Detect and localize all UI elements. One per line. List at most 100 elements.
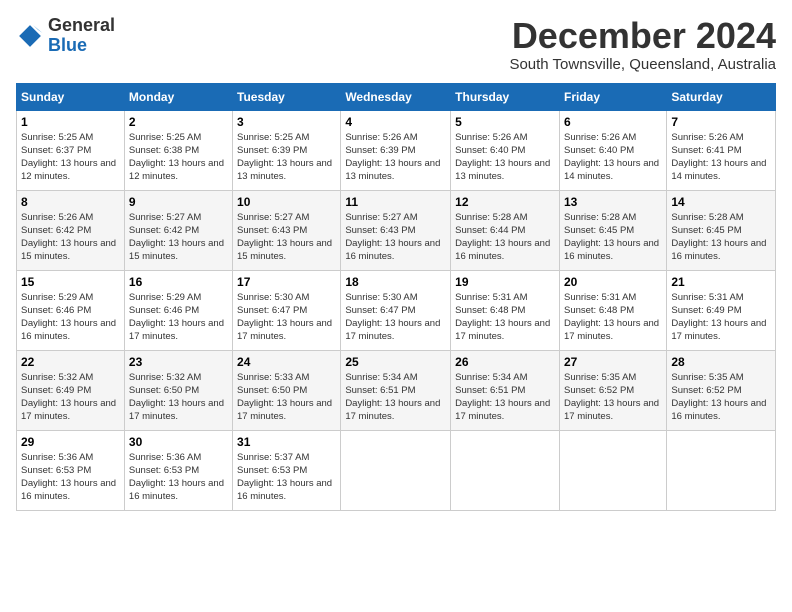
calendar-week-1: 1 Sunrise: 5:25 AMSunset: 6:37 PMDayligh… <box>17 110 776 190</box>
day-number: 20 <box>564 275 662 289</box>
calendar-cell: 11 Sunrise: 5:27 AMSunset: 6:43 PMDaylig… <box>341 190 451 270</box>
day-number: 19 <box>455 275 555 289</box>
location-title: South Townsville, Queensland, Australia <box>509 56 776 73</box>
calendar-cell: 31 Sunrise: 5:37 AMSunset: 6:53 PMDaylig… <box>233 430 341 510</box>
calendar-cell: 1 Sunrise: 5:25 AMSunset: 6:37 PMDayligh… <box>17 110 125 190</box>
day-detail: Sunrise: 5:31 AMSunset: 6:48 PMDaylight:… <box>455 292 550 343</box>
day-detail: Sunrise: 5:35 AMSunset: 6:52 PMDaylight:… <box>671 372 766 423</box>
day-detail: Sunrise: 5:26 AMSunset: 6:40 PMDaylight:… <box>564 132 659 183</box>
day-number: 17 <box>237 275 336 289</box>
calendar-cell: 21 Sunrise: 5:31 AMSunset: 6:49 PMDaylig… <box>667 270 776 350</box>
calendar-cell <box>559 430 666 510</box>
calendar-cell: 27 Sunrise: 5:35 AMSunset: 6:52 PMDaylig… <box>559 350 666 430</box>
day-detail: Sunrise: 5:31 AMSunset: 6:48 PMDaylight:… <box>564 292 659 343</box>
calendar-table: SundayMondayTuesdayWednesdayThursdayFrid… <box>16 83 776 511</box>
page-header: General Blue December 2024 South Townsvi… <box>16 16 776 73</box>
day-detail: Sunrise: 5:30 AMSunset: 6:47 PMDaylight:… <box>345 292 440 343</box>
day-number: 7 <box>671 115 771 129</box>
month-title: December 2024 <box>509 16 776 56</box>
logo-general: General <box>48 15 115 35</box>
day-number: 24 <box>237 355 336 369</box>
calendar-cell: 15 Sunrise: 5:29 AMSunset: 6:46 PMDaylig… <box>17 270 125 350</box>
day-detail: Sunrise: 5:25 AMSunset: 6:38 PMDaylight:… <box>129 132 224 183</box>
day-number: 22 <box>21 355 120 369</box>
day-detail: Sunrise: 5:26 AMSunset: 6:41 PMDaylight:… <box>671 132 766 183</box>
day-detail: Sunrise: 5:37 AMSunset: 6:53 PMDaylight:… <box>237 452 332 503</box>
day-number: 31 <box>237 435 336 449</box>
calendar-cell: 10 Sunrise: 5:27 AMSunset: 6:43 PMDaylig… <box>233 190 341 270</box>
calendar-cell: 17 Sunrise: 5:30 AMSunset: 6:47 PMDaylig… <box>233 270 341 350</box>
calendar-cell: 2 Sunrise: 5:25 AMSunset: 6:38 PMDayligh… <box>124 110 232 190</box>
day-number: 16 <box>129 275 228 289</box>
calendar-cell: 23 Sunrise: 5:32 AMSunset: 6:50 PMDaylig… <box>124 350 232 430</box>
day-number: 13 <box>564 195 662 209</box>
day-number: 21 <box>671 275 771 289</box>
logo: General Blue <box>16 16 115 56</box>
day-number: 14 <box>671 195 771 209</box>
day-number: 23 <box>129 355 228 369</box>
day-detail: Sunrise: 5:26 AMSunset: 6:42 PMDaylight:… <box>21 212 116 263</box>
day-number: 12 <box>455 195 555 209</box>
day-detail: Sunrise: 5:27 AMSunset: 6:42 PMDaylight:… <box>129 212 224 263</box>
day-detail: Sunrise: 5:30 AMSunset: 6:47 PMDaylight:… <box>237 292 332 343</box>
day-detail: Sunrise: 5:27 AMSunset: 6:43 PMDaylight:… <box>237 212 332 263</box>
calendar-week-5: 29 Sunrise: 5:36 AMSunset: 6:53 PMDaylig… <box>17 430 776 510</box>
day-detail: Sunrise: 5:25 AMSunset: 6:37 PMDaylight:… <box>21 132 116 183</box>
day-detail: Sunrise: 5:26 AMSunset: 6:40 PMDaylight:… <box>455 132 550 183</box>
day-detail: Sunrise: 5:28 AMSunset: 6:44 PMDaylight:… <box>455 212 550 263</box>
day-detail: Sunrise: 5:27 AMSunset: 6:43 PMDaylight:… <box>345 212 440 263</box>
calendar-cell: 24 Sunrise: 5:33 AMSunset: 6:50 PMDaylig… <box>233 350 341 430</box>
day-number: 3 <box>237 115 336 129</box>
day-detail: Sunrise: 5:33 AMSunset: 6:50 PMDaylight:… <box>237 372 332 423</box>
day-number: 25 <box>345 355 446 369</box>
calendar-cell: 7 Sunrise: 5:26 AMSunset: 6:41 PMDayligh… <box>667 110 776 190</box>
day-detail: Sunrise: 5:36 AMSunset: 6:53 PMDaylight:… <box>129 452 224 503</box>
weekday-friday: Friday <box>559 83 666 110</box>
day-number: 6 <box>564 115 662 129</box>
day-detail: Sunrise: 5:29 AMSunset: 6:46 PMDaylight:… <box>21 292 116 343</box>
calendar-cell: 28 Sunrise: 5:35 AMSunset: 6:52 PMDaylig… <box>667 350 776 430</box>
day-detail: Sunrise: 5:26 AMSunset: 6:39 PMDaylight:… <box>345 132 440 183</box>
calendar-cell: 13 Sunrise: 5:28 AMSunset: 6:45 PMDaylig… <box>559 190 666 270</box>
calendar-cell: 16 Sunrise: 5:29 AMSunset: 6:46 PMDaylig… <box>124 270 232 350</box>
calendar-body: 1 Sunrise: 5:25 AMSunset: 6:37 PMDayligh… <box>17 110 776 510</box>
logo-text: General Blue <box>48 16 115 56</box>
calendar-cell <box>451 430 560 510</box>
day-detail: Sunrise: 5:28 AMSunset: 6:45 PMDaylight:… <box>671 212 766 263</box>
day-detail: Sunrise: 5:28 AMSunset: 6:45 PMDaylight:… <box>564 212 659 263</box>
weekday-saturday: Saturday <box>667 83 776 110</box>
day-number: 8 <box>21 195 120 209</box>
weekday-thursday: Thursday <box>451 83 560 110</box>
calendar-cell: 18 Sunrise: 5:30 AMSunset: 6:47 PMDaylig… <box>341 270 451 350</box>
calendar-cell: 19 Sunrise: 5:31 AMSunset: 6:48 PMDaylig… <box>451 270 560 350</box>
day-number: 1 <box>21 115 120 129</box>
day-number: 2 <box>129 115 228 129</box>
calendar-week-2: 8 Sunrise: 5:26 AMSunset: 6:42 PMDayligh… <box>17 190 776 270</box>
day-detail: Sunrise: 5:31 AMSunset: 6:49 PMDaylight:… <box>671 292 766 343</box>
calendar-cell: 6 Sunrise: 5:26 AMSunset: 6:40 PMDayligh… <box>559 110 666 190</box>
calendar-cell: 8 Sunrise: 5:26 AMSunset: 6:42 PMDayligh… <box>17 190 125 270</box>
day-number: 29 <box>21 435 120 449</box>
day-number: 11 <box>345 195 446 209</box>
title-area: December 2024 South Townsville, Queensla… <box>509 16 776 73</box>
weekday-tuesday: Tuesday <box>233 83 341 110</box>
day-detail: Sunrise: 5:35 AMSunset: 6:52 PMDaylight:… <box>564 372 659 423</box>
calendar-week-3: 15 Sunrise: 5:29 AMSunset: 6:46 PMDaylig… <box>17 270 776 350</box>
day-number: 15 <box>21 275 120 289</box>
day-number: 5 <box>455 115 555 129</box>
day-number: 30 <box>129 435 228 449</box>
weekday-monday: Monday <box>124 83 232 110</box>
day-detail: Sunrise: 5:25 AMSunset: 6:39 PMDaylight:… <box>237 132 332 183</box>
calendar-cell <box>341 430 451 510</box>
day-number: 18 <box>345 275 446 289</box>
day-detail: Sunrise: 5:32 AMSunset: 6:49 PMDaylight:… <box>21 372 116 423</box>
day-detail: Sunrise: 5:36 AMSunset: 6:53 PMDaylight:… <box>21 452 116 503</box>
logo-blue: Blue <box>48 35 87 55</box>
weekday-wednesday: Wednesday <box>341 83 451 110</box>
day-number: 10 <box>237 195 336 209</box>
day-number: 26 <box>455 355 555 369</box>
calendar-cell: 5 Sunrise: 5:26 AMSunset: 6:40 PMDayligh… <box>451 110 560 190</box>
calendar-cell: 20 Sunrise: 5:31 AMSunset: 6:48 PMDaylig… <box>559 270 666 350</box>
calendar-cell: 4 Sunrise: 5:26 AMSunset: 6:39 PMDayligh… <box>341 110 451 190</box>
calendar-week-4: 22 Sunrise: 5:32 AMSunset: 6:49 PMDaylig… <box>17 350 776 430</box>
